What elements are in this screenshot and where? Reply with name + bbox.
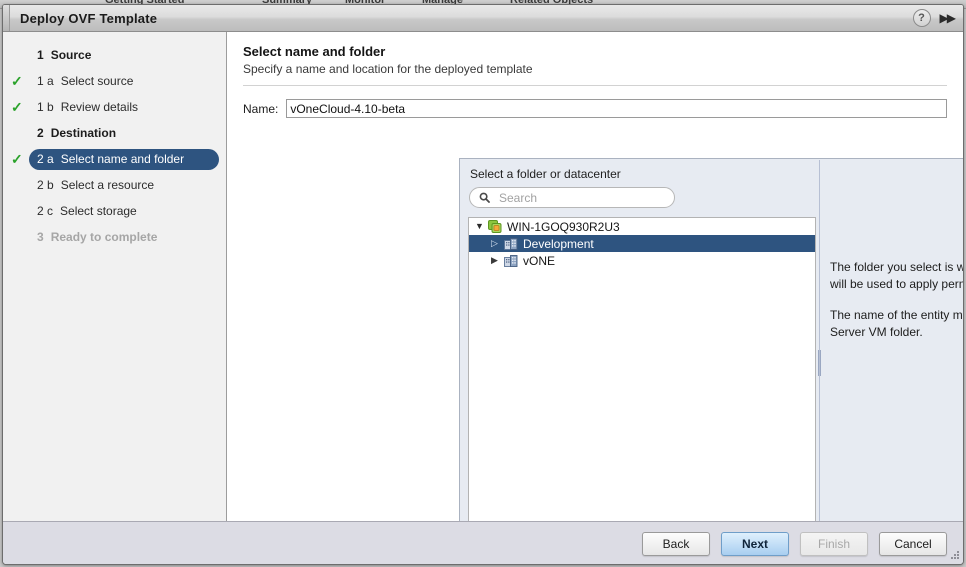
step-label: Ready to complete [51,230,158,244]
step-check-icon: ✓ [11,100,29,114]
sidebar-item-destination[interactable]: ✓ 2 Destination [3,120,226,146]
vcenter-icon [488,220,503,233]
step-number: 1 b [37,100,54,114]
resize-grip[interactable] [948,551,960,563]
main-content: Select name and folder Specify a name an… [227,32,963,521]
step-check-icon: ✓ [11,152,29,166]
sidebar-item-review-details[interactable]: ✓ 1 b Review details [3,94,226,120]
folder-info-text: The folder you select is where the entit… [830,259,964,341]
step-label: Select storage [60,204,137,218]
cancel-button[interactable]: Cancel [879,532,947,556]
sidebar-item-select-name-and-folder[interactable]: ✓ 2 a Select name and folder [3,146,226,172]
sidebar-item-select-source[interactable]: ✓ 1 a Select source [3,68,226,94]
step-number: 2 [37,126,44,140]
step-number: 2 c [37,204,53,218]
tree-node-label: vONE [523,255,555,267]
dialog-footer: Back Next Finish Cancel [3,521,963,565]
next-button[interactable]: Next [721,532,789,556]
step-label: Destination [51,126,116,140]
folder-datacenter-icon [504,254,519,267]
folder-selection-panel: Select a folder or datacenter [459,158,964,541]
step-label: Select source [61,74,134,88]
sidebar-item-select-storage[interactable]: ✓ 2 c Select storage [3,198,226,224]
titlebar-grip [3,5,10,31]
double-chevron-right-icon[interactable]: ▶▶ [940,12,954,24]
step-number: 1 [37,48,44,62]
finish-button: Finish [800,532,868,556]
info-paragraph-2: The name of the entity must be unique wi… [830,307,964,341]
sidebar-item-select-a-resource[interactable]: ✓ 2 b Select a resource [3,172,226,198]
step-number: 2 a [37,152,54,166]
chevron-right-icon[interactable]: ▷ [491,239,504,248]
tree-node-label: WIN-1GOQ930R2U3 [507,221,620,233]
folder-tree[interactable]: ▼ WIN-1GOQ930R2U3 [468,217,816,530]
back-button[interactable]: Back [642,532,710,556]
info-paragraph-1: The folder you select is where the entit… [830,259,964,293]
deploy-ovf-template-dialog: Deploy OVF Template ? ▶▶ ✓ 1 Source ✓ 1 a… [2,4,964,565]
step-number: 3 [37,230,44,244]
folder-panel-caption: Select a folder or datacenter [470,167,621,181]
step-label: Select name and folder [61,152,184,166]
step-label: Source [51,48,92,62]
sidebar-item-ready-to-complete: ✓ 3 Ready to complete [3,224,226,250]
tree-node-vone[interactable]: ▶ [469,252,815,269]
step-check-icon: ✓ [11,230,29,244]
folder-datacenter-icon [504,237,519,250]
step-check-icon: ✓ [11,178,29,192]
step-check-icon: ✓ [11,74,29,88]
name-input[interactable] [286,99,947,118]
tree-node-root[interactable]: ▼ WIN-1GOQ930R2U3 [469,218,815,235]
dialog-titlebar[interactable]: Deploy OVF Template ? ▶▶ [3,5,963,32]
step-label: Select a resource [61,178,154,192]
search-box[interactable] [469,187,675,208]
search-input[interactable] [497,190,665,206]
tree-node-development[interactable]: ▷ [469,235,815,252]
tree-node-label: Development [523,238,594,250]
dialog-title: Deploy OVF Template [20,11,157,26]
splitter-grip[interactable] [818,350,821,376]
name-field-row: Name: [227,86,963,118]
panel-splitter[interactable] [818,160,821,541]
step-check-icon: ✓ [11,48,29,62]
help-icon[interactable]: ? [913,9,931,27]
sidebar-item-source[interactable]: ✓ 1 Source [3,42,226,68]
search-icon [479,192,490,203]
step-number: 1 a [37,74,54,88]
step-check-icon: ✓ [11,126,29,140]
page-subtitle: Specify a name and location for the depl… [243,62,947,76]
step-check-icon: ✓ [11,204,29,218]
chevron-right-icon[interactable]: ▶ [491,256,504,265]
page-title: Select name and folder [243,44,947,59]
step-label: Review details [61,100,138,114]
chevron-down-icon[interactable]: ▼ [475,222,488,231]
step-number: 2 b [37,178,54,192]
wizard-step-sidebar: ✓ 1 Source ✓ 1 a Select source ✓ 1 b Review… [3,32,227,521]
name-field-label: Name: [243,102,278,116]
